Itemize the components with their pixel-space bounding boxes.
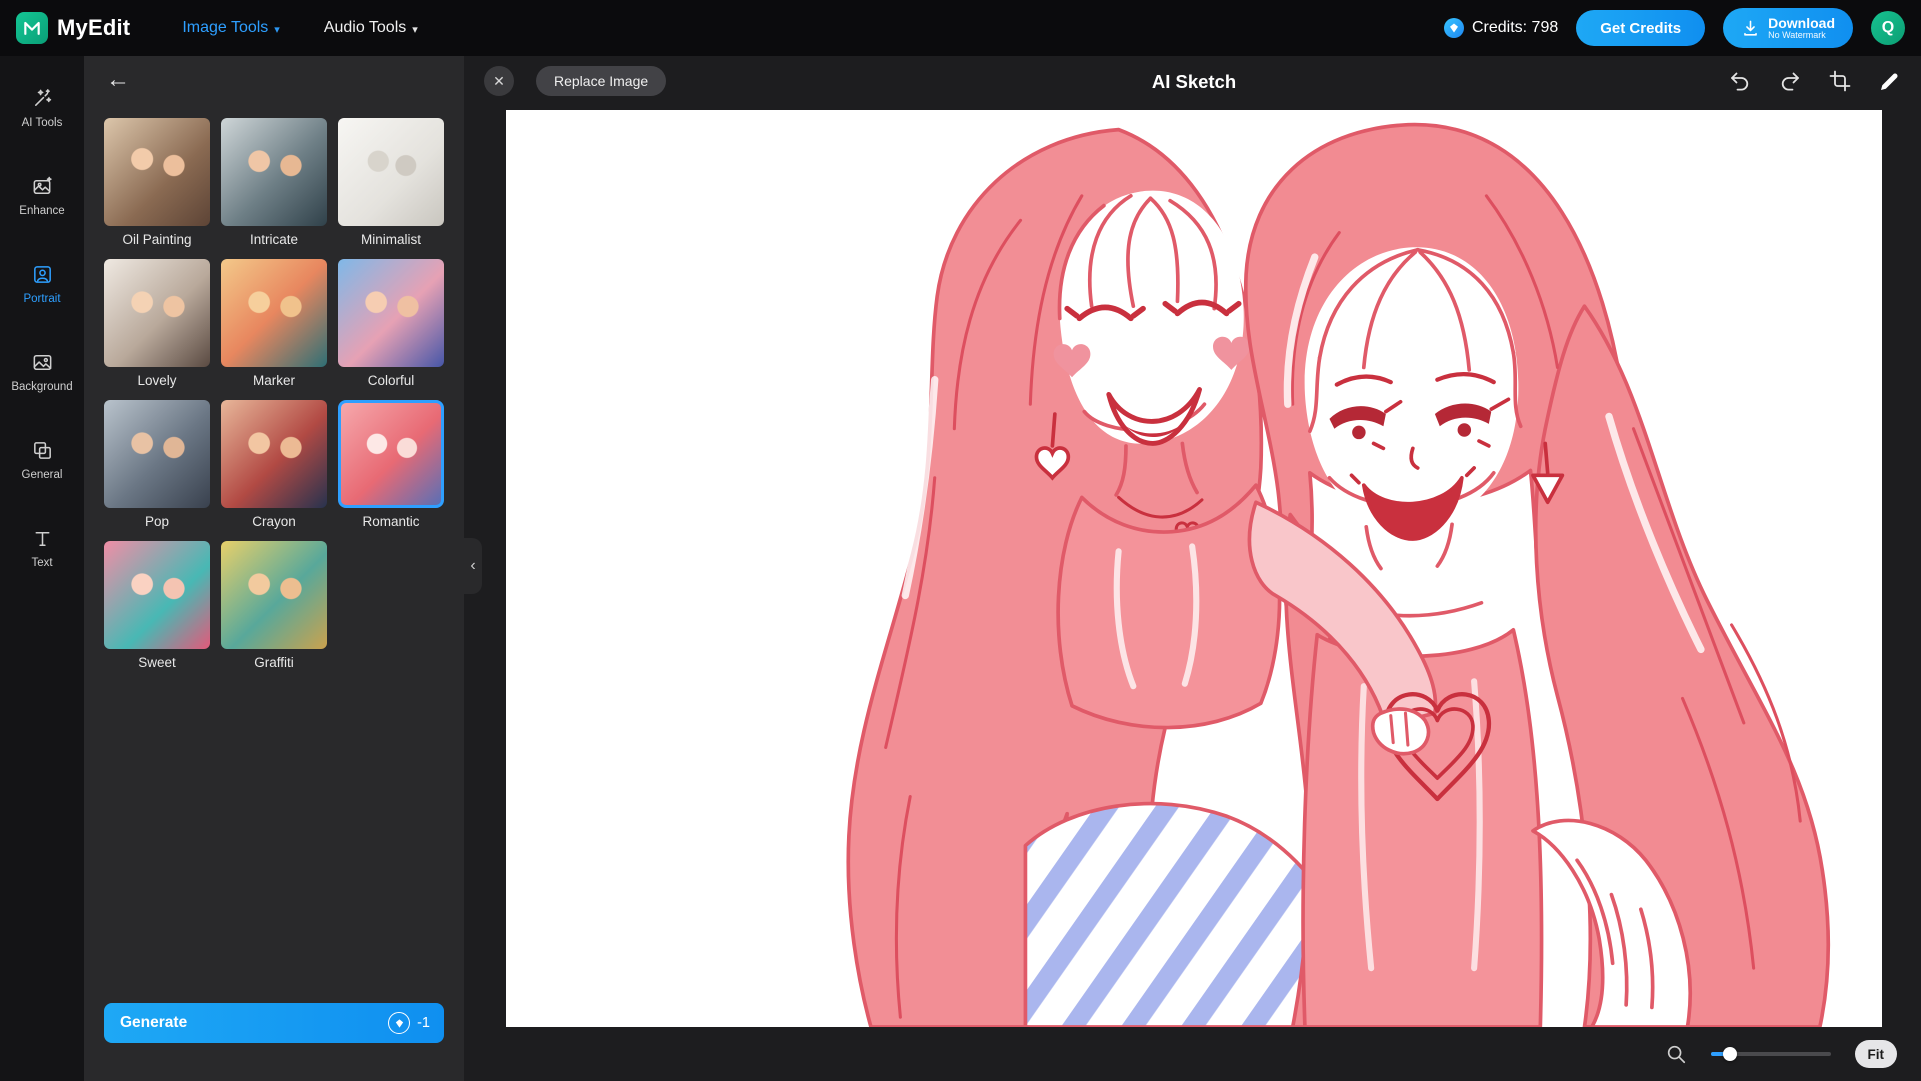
sketch-pen-icon[interactable] xyxy=(1877,68,1903,94)
redo-icon[interactable] xyxy=(1777,68,1803,94)
style-option-colorful[interactable]: Colorful xyxy=(338,259,444,388)
style-option-marker[interactable]: Marker xyxy=(221,259,327,388)
editor-main: ✕ Replace Image AI Sketch xyxy=(464,56,1921,1081)
nav-audio-tools-label: Audio Tools xyxy=(324,19,406,37)
style-thumbnail xyxy=(104,400,210,508)
style-option-crayon[interactable]: Crayon xyxy=(221,400,327,529)
sidebar-label: Portrait xyxy=(23,293,60,305)
sketch-illustration xyxy=(506,110,1882,1027)
style-option-graffiti[interactable]: Graffiti xyxy=(221,541,327,670)
chevron-down-icon: ▾ xyxy=(274,23,280,36)
fit-button[interactable]: Fit xyxy=(1855,1040,1898,1068)
canvas-toolbar xyxy=(1727,68,1903,94)
style-label: Graffiti xyxy=(254,655,294,670)
credits-label: Credits: 798 xyxy=(1472,19,1558,37)
style-thumbnail xyxy=(221,118,327,226)
style-label: Oil Painting xyxy=(122,232,191,247)
image-canvas[interactable] xyxy=(506,110,1882,1027)
layers-icon xyxy=(31,439,54,462)
sidebar-label: Text xyxy=(31,557,52,569)
sidebar-label: Background xyxy=(11,381,72,393)
generate-button[interactable]: Generate -1 xyxy=(104,1003,444,1043)
credits-gem-icon xyxy=(1444,18,1464,38)
chevron-down-icon: ▾ xyxy=(412,23,418,36)
sidebar-label: AI Tools xyxy=(22,117,63,129)
generate-cost-group: -1 xyxy=(388,1012,430,1034)
user-avatar[interactable]: Q xyxy=(1871,11,1905,45)
portrait-frame-icon xyxy=(31,263,54,286)
sidebar-label: General xyxy=(22,469,63,481)
topbar-right: Credits: 798 Get Credits Download No Wat… xyxy=(1444,8,1905,48)
top-nav: Image Tools ▾ Audio Tools ▾ xyxy=(182,19,417,37)
nav-image-tools-label: Image Tools xyxy=(182,19,268,37)
sidebar-label: Enhance xyxy=(19,205,64,217)
background-image-icon xyxy=(31,351,54,374)
credit-gem-icon xyxy=(388,1012,410,1034)
magnifier-icon[interactable] xyxy=(1665,1043,1687,1065)
back-button[interactable]: ← xyxy=(106,68,130,92)
styles-panel: ← Oil Painting Intricate Minimalist Love… xyxy=(84,56,464,1081)
style-thumbnail xyxy=(338,118,444,226)
style-thumbnail xyxy=(104,259,210,367)
style-option-oil-painting[interactable]: Oil Painting xyxy=(104,118,210,247)
tool-sidebar: AI Tools Enhance Portrait Background Gen… xyxy=(0,56,84,1081)
sidebar-item-ai-tools[interactable]: AI Tools xyxy=(0,64,84,152)
style-option-lovely[interactable]: Lovely xyxy=(104,259,210,388)
enhance-photo-icon xyxy=(31,175,54,198)
style-thumbnail xyxy=(104,541,210,649)
myedit-logo[interactable]: MyEdit xyxy=(16,12,130,44)
undo-icon[interactable] xyxy=(1727,68,1753,94)
download-text: Download No Watermark xyxy=(1768,16,1835,40)
generate-cost: -1 xyxy=(417,1015,430,1031)
myedit-logo-icon xyxy=(16,12,48,44)
style-thumbnail xyxy=(221,541,327,649)
nav-audio-tools[interactable]: Audio Tools ▾ xyxy=(324,19,418,37)
style-option-pop[interactable]: Pop xyxy=(104,400,210,529)
sidebar-item-general[interactable]: General xyxy=(0,416,84,504)
style-label: Crayon xyxy=(252,514,296,529)
style-label: Lovely xyxy=(137,373,176,388)
style-thumbnail xyxy=(338,259,444,367)
sidebar-item-background[interactable]: Background xyxy=(0,328,84,416)
style-thumbnail xyxy=(221,259,327,367)
topbar: MyEdit Image Tools ▾ Audio Tools ▾ Credi… xyxy=(0,0,1921,56)
magic-wand-icon xyxy=(31,87,54,110)
zoom-controls: Fit xyxy=(1665,1040,1898,1068)
canvas-header: ✕ Replace Image AI Sketch xyxy=(464,56,1921,110)
style-label: Romantic xyxy=(362,514,419,529)
style-label: Sweet xyxy=(138,655,176,670)
style-label: Minimalist xyxy=(361,232,421,247)
generate-label: Generate xyxy=(120,1014,187,1032)
sidebar-item-enhance[interactable]: Enhance xyxy=(0,152,84,240)
download-title: Download xyxy=(1768,16,1835,31)
page-title: AI Sketch xyxy=(506,71,1882,93)
style-option-romantic[interactable]: Romantic xyxy=(338,400,444,529)
style-thumbnail-selected xyxy=(338,400,444,508)
style-label: Colorful xyxy=(368,373,415,388)
credits-indicator[interactable]: Credits: 798 xyxy=(1444,18,1558,38)
style-thumbnail xyxy=(221,400,327,508)
get-credits-button[interactable]: Get Credits xyxy=(1576,10,1705,46)
logo-text: MyEdit xyxy=(57,15,130,41)
download-subtitle: No Watermark xyxy=(1768,31,1826,40)
style-option-minimalist[interactable]: Minimalist xyxy=(338,118,444,247)
style-label: Intricate xyxy=(250,232,298,247)
nav-image-tools[interactable]: Image Tools ▾ xyxy=(182,19,280,37)
style-label: Pop xyxy=(145,514,169,529)
style-label: Marker xyxy=(253,373,295,388)
sidebar-item-text[interactable]: Text xyxy=(0,504,84,592)
download-button[interactable]: Download No Watermark xyxy=(1723,8,1853,48)
text-tool-icon xyxy=(31,527,54,550)
style-option-sweet[interactable]: Sweet xyxy=(104,541,210,670)
sidebar-item-portrait[interactable]: Portrait xyxy=(0,240,84,328)
panel-collapse-handle[interactable]: ‹ xyxy=(464,538,482,594)
zoom-slider[interactable] xyxy=(1711,1047,1831,1061)
style-thumbnail xyxy=(104,118,210,226)
style-grid: Oil Painting Intricate Minimalist Lovely… xyxy=(104,118,444,670)
download-icon xyxy=(1741,19,1760,38)
style-option-intricate[interactable]: Intricate xyxy=(221,118,327,247)
zoom-slider-handle[interactable] xyxy=(1723,1047,1737,1061)
crop-icon[interactable] xyxy=(1827,68,1853,94)
